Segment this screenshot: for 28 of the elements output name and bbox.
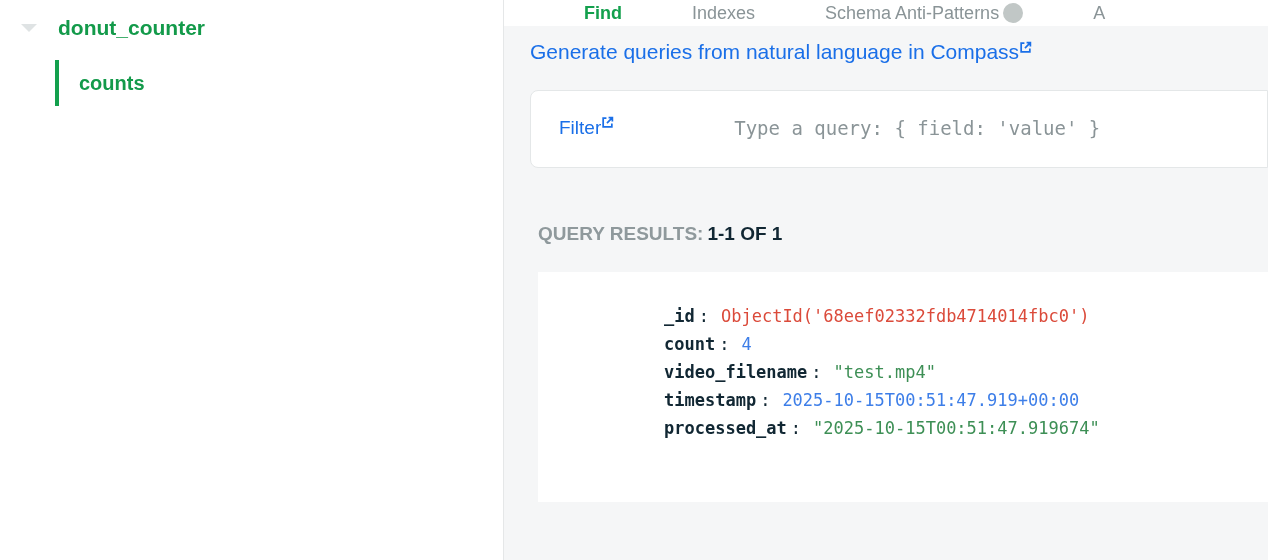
filter-link[interactable]: Filter bbox=[559, 114, 615, 143]
external-link-icon bbox=[1019, 41, 1033, 55]
field-separator: : bbox=[719, 333, 730, 356]
field-key: video_filename bbox=[664, 358, 808, 386]
field-value: ObjectId('68eef02332fdb4714014fbc0') bbox=[720, 305, 1090, 328]
tab[interactable]: A bbox=[1093, 0, 1106, 26]
query-field[interactable]: Filter Type a query: { field: 'value' } bbox=[530, 89, 1268, 168]
field-separator: : bbox=[790, 417, 802, 440]
results-count: 1-1 OF 1 bbox=[707, 221, 783, 246]
field-separator: : bbox=[760, 389, 771, 412]
field-key: timestamp bbox=[664, 386, 757, 414]
field-key: count bbox=[664, 330, 716, 358]
field-separator: : bbox=[811, 361, 822, 384]
tab[interactable]: Indexes bbox=[692, 0, 756, 26]
field-value: "2025-10-15T00:51:47.919674" bbox=[813, 417, 1100, 440]
field-separator: : bbox=[698, 305, 709, 328]
results-label: QUERY RESULTS: bbox=[538, 221, 704, 246]
field-value: "test.mp4" bbox=[833, 361, 936, 384]
database-name[interactable]: donut_counter bbox=[58, 12, 205, 44]
tab[interactable]: Find bbox=[584, 0, 622, 26]
field-key: processed_at bbox=[664, 414, 787, 442]
external-link-icon bbox=[601, 116, 615, 130]
field-value: 2025-10-15T00:51:47.919+00:00 bbox=[782, 389, 1080, 412]
field-key: _id bbox=[664, 302, 695, 330]
compass-link[interactable]: Generate queries from natural language in Compass bbox=[530, 36, 1268, 68]
caret-icon[interactable] bbox=[20, 22, 38, 33]
field-value: 4 bbox=[741, 333, 752, 356]
tab[interactable]: Schema Anti-Patterns bbox=[825, 0, 1024, 26]
